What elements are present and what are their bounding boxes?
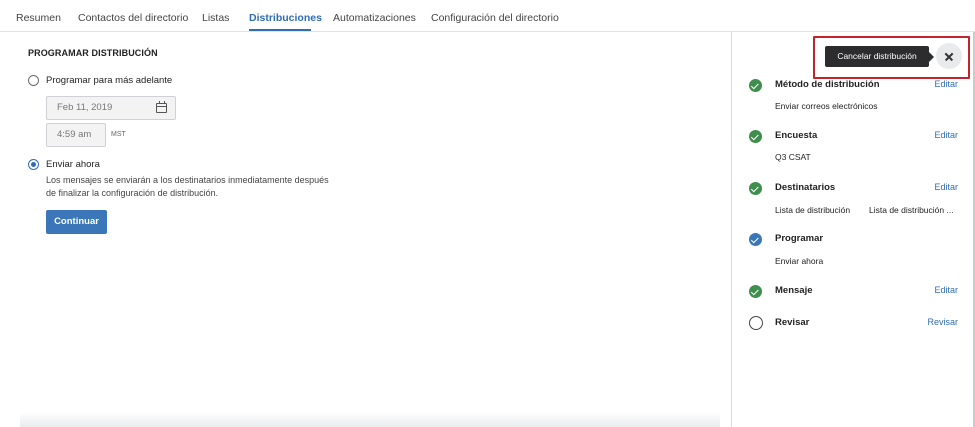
step-encuesta-title: Encuesta [775,130,818,141]
check-circle-icon [749,130,762,143]
tab-configuracion-directorio[interactable]: Configuración del directorio [431,12,559,24]
edit-metodo-link[interactable]: Editar [934,79,958,89]
radio-send-now-label[interactable]: Enviar ahora [46,159,100,170]
edit-mensaje-link[interactable]: Editar [934,285,958,295]
empty-circle-icon [749,316,763,330]
tab-automatizaciones[interactable]: Automatizaciones [333,12,416,24]
radio-schedule-later-label[interactable]: Programar para más adelante [46,75,172,86]
section-title: PROGRAMAR DISTRIBUCIÓN [28,48,158,58]
date-value: Feb 11, 2019 [57,102,113,113]
tab-listas[interactable]: Listas [202,12,229,24]
check-circle-icon [749,79,762,92]
step-encuesta-subtitle: Q3 CSAT [775,152,811,162]
step-destinatarios-value: Lista de distribución ... [869,205,954,215]
check-circle-icon [749,182,762,195]
step-metodo-subtitle: Enviar correos electrónicos [775,101,878,111]
step-programar-subtitle: Enviar ahora [775,256,824,266]
time-input[interactable]: 4:59 am [46,123,106,147]
tab-resumen[interactable]: Resumen [16,12,61,24]
step-destinatarios-subtitle: Lista de distribución [775,205,851,215]
active-tab-indicator [249,29,311,31]
radio-schedule-later[interactable] [28,75,39,86]
tab-distribuciones[interactable]: Distribuciones [249,12,322,24]
check-circle-icon [749,233,762,246]
timezone-label: MST [111,131,126,138]
check-circle-icon [749,285,762,298]
continue-button[interactable]: Continuar [46,210,107,234]
calendar-icon[interactable] [156,101,167,113]
highlight-box [813,36,970,79]
step-revisar-title: Revisar [775,317,810,328]
tab-contactos-directorio[interactable]: Contactos del directorio [78,12,188,24]
date-input[interactable]: Feb 11, 2019 [46,96,176,120]
step-programar-title: Programar [775,233,824,244]
step-metodo-title: Método de distribución [775,79,880,90]
send-now-description-line2: de finalizar la configuración de distrib… [46,188,219,198]
send-now-description-line1: Los mensajes se enviarán a los destinata… [46,175,329,185]
tab-bar: Resumen Contactos del directorio Listas … [0,6,975,32]
time-value: 4:59 am [57,129,92,140]
step-mensaje-title: Mensaje [775,285,813,296]
review-link[interactable]: Revisar [927,317,958,327]
steps-sidebar: Método de distribución Editar Enviar cor… [732,32,973,427]
radio-send-now[interactable] [28,159,39,170]
schedule-panel: PROGRAMAR DISTRIBUCIÓN Programar para má… [0,32,731,427]
step-destinatarios-title: Destinatarios [775,182,836,193]
bottom-shadow [20,412,720,427]
edit-encuesta-link[interactable]: Editar [934,130,958,140]
edit-destinatarios-link[interactable]: Editar [934,182,958,192]
